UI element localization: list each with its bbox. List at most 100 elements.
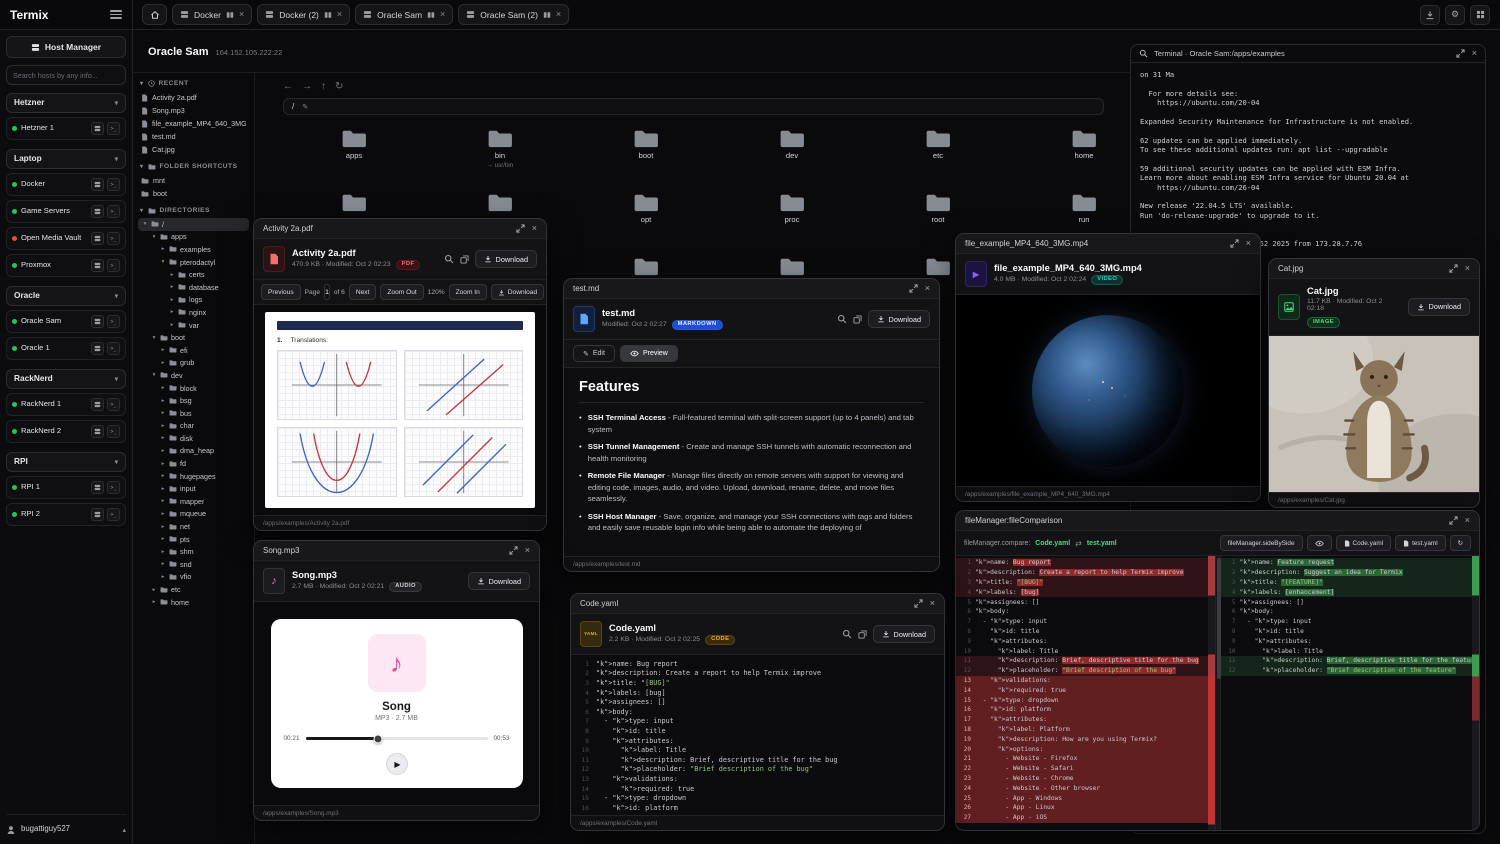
- terminal-icon-button[interactable]: >_: [107, 425, 120, 438]
- user-menu[interactable]: bugattiguy527 ▴: [6, 814, 126, 838]
- window-titlebar[interactable]: Code.yaml ×: [571, 594, 944, 614]
- file-manager-icon-button[interactable]: [91, 259, 104, 272]
- back-icon[interactable]: ←: [283, 81, 293, 92]
- session-tab[interactable]: Oracle Sam ×: [355, 4, 453, 25]
- folder-shortcut-item[interactable]: mnt: [138, 174, 249, 187]
- window-titlebar[interactable]: file_example_MP4_640_3MG.mp4 ×: [956, 234, 1260, 254]
- download-button[interactable]: Download: [468, 572, 530, 590]
- session-tab[interactable]: Docker (2) ×: [257, 4, 350, 25]
- expand-icon[interactable]: [914, 599, 923, 608]
- file-manager-icon-button[interactable]: [91, 315, 104, 328]
- edit-tab[interactable]: ✎ Edit: [573, 345, 615, 362]
- swap-icon[interactable]: ⇄: [1075, 539, 1082, 548]
- directory-item[interactable]: boot: [138, 331, 249, 344]
- preview-tab[interactable]: Preview: [620, 345, 678, 362]
- updates-button[interactable]: [1420, 5, 1440, 25]
- sidebar-row[interactable]: RPI 2 ▾ >_: [6, 503, 126, 526]
- page-number-input[interactable]: 1: [324, 284, 330, 300]
- directory-item[interactable]: vfio: [138, 571, 249, 584]
- refresh-icon[interactable]: ↻: [335, 81, 343, 92]
- directory-item[interactable]: dma_heap: [138, 445, 249, 458]
- directory-item[interactable]: fd: [138, 457, 249, 470]
- close-icon[interactable]: ×: [337, 10, 342, 19]
- close-icon[interactable]: ×: [930, 599, 935, 608]
- markdown-preview[interactable]: Features SSH Terminal Access - Full-feat…: [564, 368, 939, 556]
- copy-icon[interactable]: [858, 630, 867, 639]
- side-by-side-button[interactable]: fileManager.sideBySide: [1220, 535, 1303, 551]
- sidebar-row[interactable]: Game Servers ▾ >_: [6, 200, 126, 223]
- directory-item[interactable]: block: [138, 382, 249, 395]
- directory-item[interactable]: input: [138, 482, 249, 495]
- terminal-icon-button[interactable]: >_: [107, 122, 120, 135]
- directories-section-header[interactable]: ▾ DIRECTORIES: [140, 207, 247, 214]
- left-minimap[interactable]: [1208, 556, 1215, 830]
- terminal-icon-button[interactable]: >_: [107, 508, 120, 521]
- download-button[interactable]: Download: [873, 625, 935, 643]
- close-icon[interactable]: ×: [1246, 239, 1251, 248]
- shortcuts-section-header[interactable]: ▾ FOLDER SHORTCUTS: [140, 163, 247, 170]
- sidebar-row[interactable]: RackNerd 1 ▾ >_: [6, 393, 126, 416]
- left-diff-pane[interactable]: "k">name: Bug report "k">description: Cr…: [956, 556, 1215, 830]
- split-icon[interactable]: [427, 11, 435, 19]
- recent-file-item[interactable]: Song.mp3: [138, 104, 249, 117]
- directory-item[interactable]: home: [138, 596, 249, 609]
- expand-icon[interactable]: [909, 284, 918, 293]
- directory-item[interactable]: pterodactyl: [138, 256, 249, 269]
- close-icon[interactable]: ×: [239, 10, 244, 19]
- close-icon[interactable]: ×: [925, 284, 930, 293]
- file-manager-icon-button[interactable]: [91, 232, 104, 245]
- sidebar-row[interactable]: RPI 1 ▾ >_: [6, 476, 126, 499]
- directory-item[interactable]: mapper: [138, 495, 249, 508]
- code-editor[interactable]: "k">name: Bug report "k">description: Cr…: [571, 655, 944, 815]
- sidebar-row[interactable]: Oracle 1 ▾ >_: [6, 337, 126, 360]
- sidebar-row[interactable]: RackNerd 2 ▾ >_: [6, 420, 126, 443]
- zoom-in-button[interactable]: Zoom In: [449, 284, 487, 300]
- close-icon[interactable]: ×: [525, 546, 530, 555]
- file-manager-icon-button[interactable]: [91, 178, 104, 191]
- directory-item[interactable]: disk: [138, 432, 249, 445]
- split-icon[interactable]: [226, 11, 234, 19]
- terminal-icon-button[interactable]: >_: [107, 205, 120, 218]
- folder-item[interactable]: dev: [719, 125, 865, 189]
- directory-item[interactable]: var: [138, 319, 249, 332]
- close-icon[interactable]: ×: [532, 224, 537, 233]
- expand-icon[interactable]: [516, 224, 525, 233]
- folder-item[interactable]: home: [1011, 125, 1130, 189]
- chevron-down-icon[interactable]: ▾: [115, 292, 118, 300]
- apps-grid-button[interactable]: [1470, 5, 1490, 25]
- recent-file-item[interactable]: test.md: [138, 130, 249, 143]
- expand-icon[interactable]: [1456, 49, 1465, 58]
- session-tab[interactable]: Oracle Sam (2) ×: [458, 4, 569, 25]
- directory-item[interactable]: efi: [138, 344, 249, 357]
- close-icon[interactable]: ×: [1465, 264, 1470, 273]
- terminal-icon-button[interactable]: >_: [107, 178, 120, 191]
- recent-file-item[interactable]: Activity 2a.pdf: [138, 91, 249, 104]
- directory-item[interactable]: grub: [138, 357, 249, 370]
- directory-item[interactable]: database: [138, 281, 249, 294]
- breadcrumb-path[interactable]: /: [292, 102, 294, 111]
- host-search-input[interactable]: [6, 65, 126, 85]
- sidebar-row[interactable]: RPI ▾ >_: [6, 452, 126, 472]
- sidebar-row[interactable]: Oracle ▾ >_: [6, 286, 126, 306]
- directory-item[interactable]: bsg: [138, 394, 249, 407]
- search-icon[interactable]: [444, 254, 454, 264]
- terminal-icon-button[interactable]: >_: [107, 398, 120, 411]
- directory-item[interactable]: dev: [138, 369, 249, 382]
- pdf-download-button[interactable]: Download: [491, 284, 544, 300]
- file-manager-icon-button[interactable]: [91, 425, 104, 438]
- directory-item[interactable]: net: [138, 520, 249, 533]
- close-icon[interactable]: ×: [556, 10, 561, 19]
- refresh-button[interactable]: ↻: [1450, 535, 1471, 551]
- sidebar-row[interactable]: RackNerd ▾ >_: [6, 369, 126, 389]
- sidebar-row[interactable]: Oracle Sam ▾ >_: [6, 310, 126, 333]
- folder-item[interactable]: opt: [573, 189, 719, 253]
- sidebar-row[interactable]: Hetzner 1 ▾ >_: [6, 117, 126, 140]
- next-page-button[interactable]: Next: [349, 284, 377, 300]
- close-icon[interactable]: ×: [1465, 516, 1470, 525]
- session-tab[interactable]: Docker ×: [172, 4, 252, 25]
- close-icon[interactable]: ×: [440, 10, 445, 19]
- close-icon[interactable]: ×: [1472, 49, 1477, 58]
- terminal-icon-button[interactable]: >_: [107, 259, 120, 272]
- folder-item[interactable]: apps: [281, 125, 427, 189]
- terminal-icon-button[interactable]: >_: [107, 481, 120, 494]
